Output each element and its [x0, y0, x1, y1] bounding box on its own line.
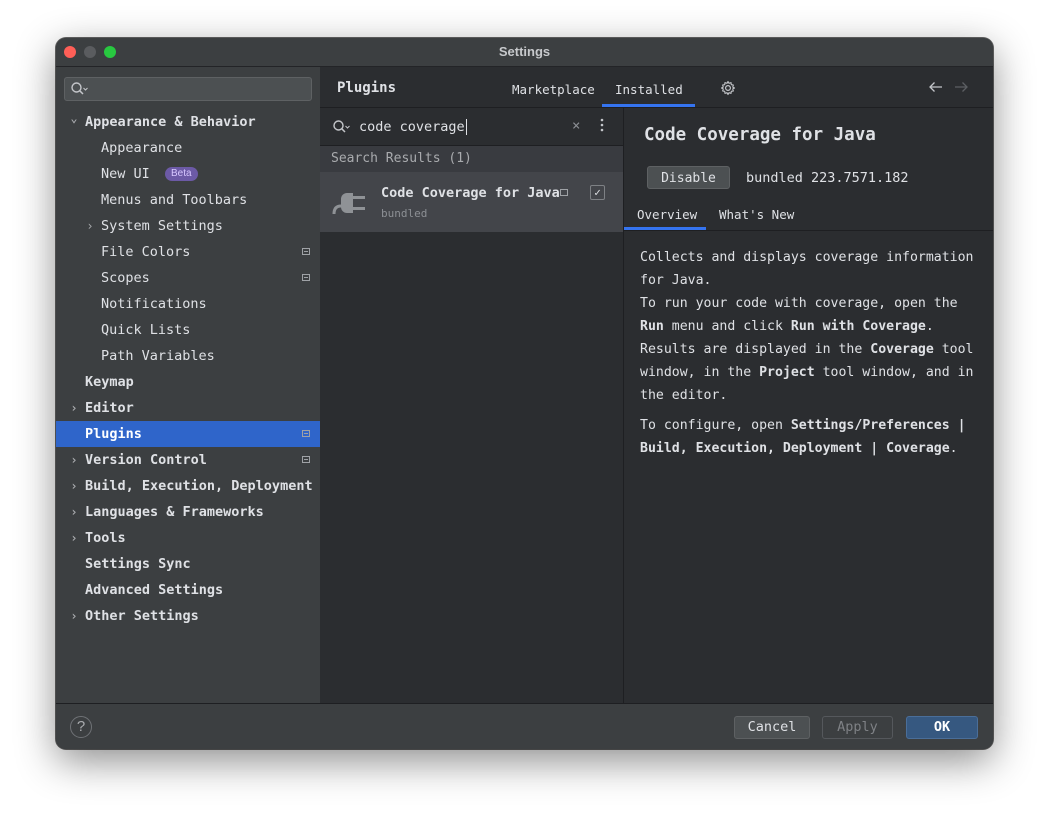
chevron-right-icon[interactable]: ›	[68, 603, 80, 629]
sidebar-item-languages-frameworks[interactable]: › Languages & Frameworks	[56, 499, 320, 525]
active-tab-indicator	[602, 104, 695, 107]
sidebar-item-appearance-behavior[interactable]: ⌄ Appearance & Behavior	[56, 109, 320, 135]
sidebar-item-label: Editor	[85, 400, 134, 416]
sidebar-item-other-settings[interactable]: › Other Settings	[56, 603, 320, 629]
tab-overview[interactable]: Overview	[637, 207, 697, 222]
sidebar-item-version-control[interactable]: › Version Control	[56, 447, 320, 473]
results-header: Search Results (1)	[320, 146, 623, 172]
sidebar-item-label: Settings Sync	[85, 556, 191, 572]
cancel-button[interactable]: Cancel	[734, 716, 810, 739]
chevron-down-icon[interactable]: ⌄	[68, 105, 80, 131]
settings-search-input[interactable]	[64, 77, 312, 101]
desc-line: To configure, open Settings/Preferences …	[640, 418, 966, 456]
sidebar-item-appearance[interactable]: Appearance	[56, 135, 320, 161]
sidebar-item-path-variables[interactable]: Path Variables	[56, 343, 320, 369]
plugin-detail-pane: Code Coverage for Java Disable bundled 2…	[624, 108, 993, 703]
sidebar-item-label: Quick Lists	[101, 322, 191, 338]
sidebar-item-label: Languages & Frameworks	[85, 504, 264, 520]
sidebar-item-label: Path Variables	[101, 348, 215, 364]
sidebar-item-settings-sync[interactable]: Settings Sync	[56, 551, 320, 577]
bundled-plugin-icon	[560, 189, 568, 196]
sidebar-item-label: Appearance	[101, 140, 183, 156]
disable-button[interactable]: Disable	[647, 166, 730, 189]
sidebar-item-label: Notifications	[101, 296, 207, 312]
page-title: Plugins	[337, 80, 397, 96]
chevron-right-icon[interactable]: ›	[68, 499, 80, 525]
plugins-header: Plugins Marketplace Installed	[320, 67, 993, 108]
sidebar-item-editor[interactable]: › Editor	[56, 395, 320, 421]
project-level-icon	[302, 456, 310, 463]
search-query: code coverage	[359, 119, 467, 135]
sidebar-item-build-execution-deployment[interactable]: › Build, Execution, Deployment	[56, 473, 320, 499]
sidebar-item-label: Keymap	[85, 374, 134, 390]
sidebar-item-plugins[interactable]: Plugins	[56, 421, 320, 447]
back-arrow-icon[interactable]	[929, 80, 943, 98]
chevron-right-icon[interactable]: ›	[84, 213, 96, 239]
dialog-footer: ? Cancel Apply OK	[56, 703, 993, 749]
sidebar-item-label: Menus and Toolbars	[101, 192, 248, 208]
sidebar-item-tools[interactable]: › Tools	[56, 525, 320, 551]
plugin-subtitle: bundled	[381, 207, 428, 220]
chevron-right-icon[interactable]: ›	[68, 395, 80, 421]
window-title: Settings	[498, 44, 551, 59]
settings-window: Settings ⌄ Appearance & Behavior Appearanc…	[56, 38, 993, 749]
plugin-search-input[interactable]: code coverage ×	[320, 108, 623, 146]
sidebar-item-label: Version Control	[85, 452, 207, 468]
desc-line: Collects and displays coverage informati…	[640, 250, 974, 288]
forward-arrow-icon[interactable]	[954, 80, 968, 98]
sidebar-item-menus-and-toolbars[interactable]: Menus and Toolbars	[56, 187, 320, 213]
sidebar-item-keymap[interactable]: Keymap	[56, 369, 320, 395]
sidebar-item-file-colors[interactable]: File Colors	[56, 239, 320, 265]
sidebar-item-advanced-settings[interactable]: Advanced Settings	[56, 577, 320, 603]
title-bar: Settings	[56, 38, 993, 67]
plugin-list-pane: code coverage × Search Results (1) Code …	[320, 108, 624, 703]
search-icon	[70, 81, 88, 101]
sidebar-item-label: Other Settings	[85, 608, 199, 624]
sidebar-item-label: Appearance & Behavior	[85, 114, 256, 130]
apply-button[interactable]: Apply	[822, 716, 893, 739]
sidebar-item-label: Advanced Settings	[85, 582, 224, 598]
sidebar-item-label: Build, Execution, Deployment	[85, 478, 313, 494]
plugin-name: Code Coverage for Java	[381, 185, 560, 201]
plugin-detail-title: Code Coverage for Java	[644, 125, 876, 145]
tab-whats-new[interactable]: What's New	[719, 207, 794, 222]
sidebar-item-system-settings[interactable]: › System Settings	[56, 213, 320, 239]
chevron-right-icon[interactable]: ›	[68, 473, 80, 499]
tab-installed[interactable]: Installed	[615, 82, 683, 97]
sidebar-item-label: Tools	[85, 530, 126, 546]
project-level-icon	[302, 248, 310, 255]
gear-icon[interactable]	[720, 80, 736, 100]
clear-search-icon[interactable]: ×	[572, 118, 580, 134]
plugin-plug-icon	[332, 184, 370, 224]
project-level-icon	[302, 274, 310, 281]
sidebar-item-label: File Colors	[101, 244, 191, 260]
plugin-list-item[interactable]: Code Coverage for Java bundled ✓	[320, 172, 623, 232]
plugin-version: bundled 223.7571.182	[746, 170, 909, 186]
divider	[624, 230, 993, 231]
sidebar-item-new-ui[interactable]: New UI Beta	[56, 161, 320, 187]
help-button[interactable]: ?	[70, 716, 92, 738]
sidebar-item-notifications[interactable]: Notifications	[56, 291, 320, 317]
sidebar-item-scopes[interactable]: Scopes	[56, 265, 320, 291]
desc-line: To run your code with coverage, open the…	[640, 296, 958, 334]
tab-marketplace[interactable]: Marketplace	[512, 82, 595, 97]
desc-line: Results are displayed in the Coverage to…	[640, 342, 974, 403]
settings-sidebar: ⌄ Appearance & Behavior Appearance New UI Be…	[56, 67, 320, 703]
more-options-icon[interactable]	[600, 118, 604, 136]
plugin-enabled-checkbox[interactable]: ✓	[590, 185, 605, 200]
plugin-description: Collects and displays coverage informati…	[640, 246, 985, 460]
chevron-right-icon[interactable]: ›	[68, 525, 80, 551]
search-icon	[332, 119, 350, 139]
chevron-right-icon[interactable]: ›	[68, 447, 80, 473]
sidebar-item-label: Plugins	[85, 426, 142, 442]
project-level-icon	[302, 430, 310, 437]
beta-badge: Beta	[165, 167, 198, 181]
sidebar-item-label: Scopes	[101, 270, 150, 286]
sidebar-item-quick-lists[interactable]: Quick Lists	[56, 317, 320, 343]
sidebar-item-label: System Settings	[101, 218, 223, 234]
ok-button[interactable]: OK	[906, 716, 978, 739]
sidebar-item-label: New UI	[101, 166, 150, 182]
